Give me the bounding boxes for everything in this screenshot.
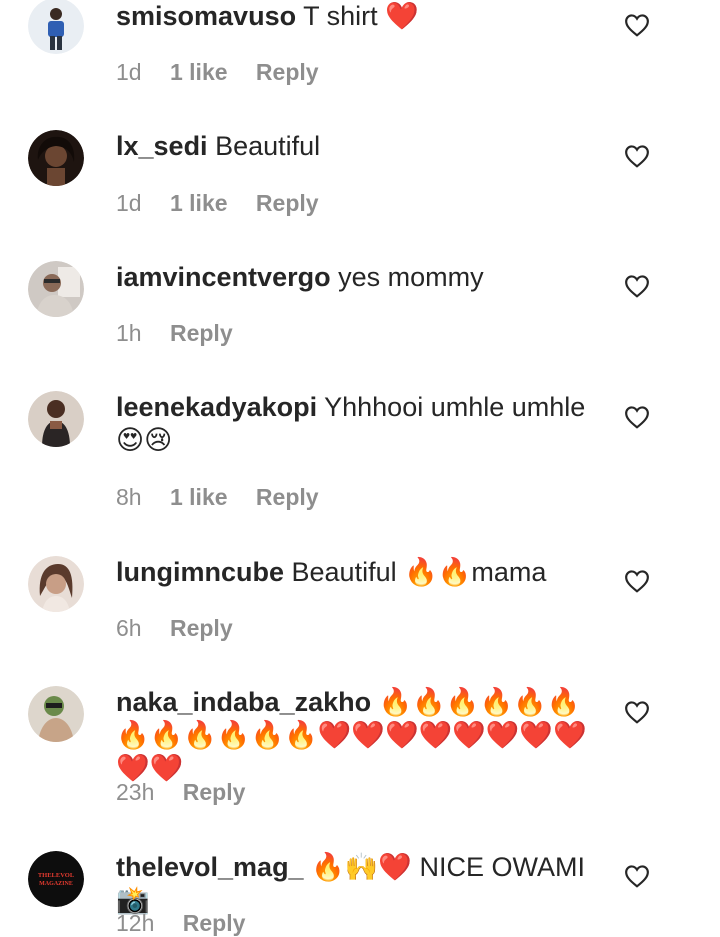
avatar[interactable] — [28, 556, 84, 612]
comment-meta: 1d 1 like Reply — [116, 190, 341, 217]
comment-username[interactable]: thelevol_mag_ — [116, 852, 304, 882]
comment-meta: 8h 1 like Reply — [116, 484, 341, 511]
heart-outline-icon[interactable] — [624, 144, 650, 168]
heart-outline-icon[interactable] — [624, 274, 650, 298]
reply-button[interactable]: Reply — [256, 484, 319, 510]
comment-body: iamvincentvergo yes mommy — [116, 261, 606, 294]
comment-likes[interactable]: 1 like — [170, 59, 228, 85]
comment-username[interactable]: lx_sedi — [116, 131, 208, 161]
comment-username[interactable]: lungimncube — [116, 557, 284, 587]
reply-button[interactable]: Reply — [256, 59, 319, 85]
comment-meta: 23h Reply — [116, 779, 267, 806]
comment-time: 1d — [116, 59, 142, 85]
comment-text: Beautiful — [215, 131, 321, 161]
comment-time: 1d — [116, 190, 142, 216]
reply-button[interactable]: Reply — [170, 615, 233, 641]
avatar[interactable]: THELEVOL MAGAZINE — [28, 851, 84, 907]
comment-time: 23h — [116, 779, 155, 805]
comment-username[interactable]: iamvincentvergo — [116, 262, 331, 292]
heart-outline-icon[interactable] — [624, 864, 650, 888]
comment-body: thelevol_mag_ 🔥🙌❤️ NICE OWAMI 📸 — [116, 851, 606, 917]
comment-time: 1h — [116, 320, 142, 346]
heart-outline-icon[interactable] — [624, 13, 650, 37]
avatar[interactable] — [28, 130, 84, 186]
avatar[interactable] — [28, 0, 84, 54]
heart-outline-icon[interactable] — [624, 569, 650, 593]
comment-username[interactable]: smisomavuso — [116, 1, 296, 31]
comment-likes[interactable]: 1 like — [170, 484, 228, 510]
reply-button[interactable]: Reply — [170, 320, 233, 346]
svg-text:THELEVOL: THELEVOL — [38, 872, 75, 879]
comment-body: lx_sedi Beautiful — [116, 130, 606, 163]
heart-outline-icon[interactable] — [624, 700, 650, 724]
comment-body: lungimncube Beautiful 🔥🔥mama — [116, 556, 606, 589]
reply-button[interactable]: Reply — [183, 910, 246, 936]
comment-likes[interactable]: 1 like — [170, 190, 228, 216]
comment-meta: 1h Reply — [116, 320, 255, 347]
reply-button[interactable]: Reply — [183, 779, 246, 805]
avatar[interactable] — [28, 261, 84, 317]
comment-time: 12h — [116, 910, 155, 936]
comment-meta: 12h Reply — [116, 910, 267, 937]
comment-text: T shirt ❤️ — [303, 1, 419, 31]
avatar[interactable] — [28, 391, 84, 447]
avatar[interactable] — [28, 686, 84, 742]
heart-outline-icon[interactable] — [624, 405, 650, 429]
comment-meta: 6h Reply — [116, 615, 255, 642]
comment-text: Beautiful 🔥🔥mama — [291, 557, 547, 587]
comment-time: 6h — [116, 615, 142, 641]
comment-username[interactable]: naka_indaba_zakho — [116, 687, 371, 717]
comment-body: smisomavuso T shirt ❤️ — [116, 0, 606, 33]
comment-time: 8h — [116, 484, 142, 510]
reply-button[interactable]: Reply — [256, 190, 319, 216]
comment-text: yes mommy — [338, 262, 484, 292]
comment-username[interactable]: leenekadyakopi — [116, 392, 317, 422]
comment-body: leenekadyakopi Yhhhooi umhle umhle 😍😢 — [116, 391, 606, 457]
comment-body: naka_indaba_zakho 🔥🔥🔥🔥🔥🔥🔥🔥🔥🔥🔥🔥❤️❤️❤️❤️❤️… — [116, 686, 606, 785]
svg-text:MAGAZINE: MAGAZINE — [39, 881, 73, 887]
comment-meta: 1d 1 like Reply — [116, 59, 341, 86]
